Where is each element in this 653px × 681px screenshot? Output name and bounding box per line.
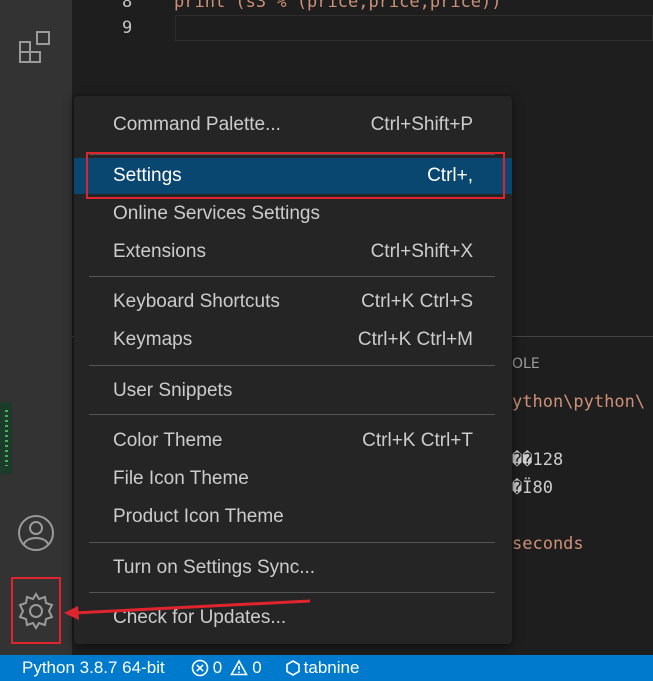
menu-item-shortcut: Ctrl+K Ctrl+S — [361, 291, 473, 312]
line-number: 8 — [122, 0, 133, 12]
menu-item-keymaps[interactable]: Keymaps Ctrl+K Ctrl+M — [74, 322, 512, 358]
line-number: 9 — [122, 18, 133, 38]
menu-item-label: Keymaps — [113, 329, 193, 350]
python-version: Python 3.8.7 64-bit — [22, 658, 165, 677]
status-bar: Python 3.8.7 64-bit 0 0 tabnine — [0, 655, 653, 681]
menu-item-shortcut: Ctrl+K Ctrl+T — [362, 430, 473, 451]
error-icon — [191, 659, 209, 677]
menu-item-label: Color Theme — [113, 430, 223, 451]
account-icon[interactable] — [16, 513, 56, 553]
error-count: 0 — [212, 658, 223, 677]
menu-item-label: File Icon Theme — [113, 468, 249, 489]
activity-indicator — [0, 402, 12, 474]
settings-highlight-box — [86, 152, 505, 199]
menu-separator — [89, 276, 495, 277]
menu-item-file-icon-theme[interactable]: File Icon Theme — [74, 461, 512, 497]
activity-bar — [0, 0, 72, 655]
extensions-icon[interactable] — [17, 29, 55, 67]
tabnine-label: tabnine — [303, 658, 360, 677]
tabnine-icon — [285, 660, 300, 676]
menu-separator — [89, 365, 495, 366]
terminal-line: �Ï80 — [512, 478, 553, 498]
menu-item-label: Product Icon Theme — [113, 506, 284, 527]
menu-item-shortcut: Ctrl+K Ctrl+M — [357, 329, 473, 350]
current-line-highlight[interactable] — [175, 15, 653, 41]
menu-item-product-icon-theme[interactable]: Product Icon Theme — [74, 499, 512, 535]
gear-highlight-box — [11, 577, 61, 644]
menu-item-online-services-settings[interactable]: Online Services Settings — [74, 196, 512, 232]
menu-separator — [89, 592, 495, 593]
menu-item-label: Online Services Settings — [113, 203, 320, 224]
terminal-line: seconds — [512, 534, 584, 554]
menu-item-settings-sync[interactable]: Turn on Settings Sync... — [74, 550, 512, 586]
warning-icon — [230, 659, 249, 676]
problems-indicator[interactable]: 0 0 — [175, 655, 272, 681]
menu-item-keyboard-shortcuts[interactable]: Keyboard Shortcuts Ctrl+K Ctrl+S — [74, 284, 512, 320]
menu-item-label: Command Palette... — [113, 114, 281, 135]
menu-item-user-snippets[interactable]: User Snippets — [74, 373, 512, 409]
terminal-line: ython\python\ — [512, 392, 646, 412]
menu-item-shortcut: Ctrl+Shift+X — [370, 241, 473, 262]
panel-tab-console[interactable]: OLE — [512, 356, 540, 372]
python-interpreter[interactable]: Python 3.8.7 64-bit — [0, 655, 175, 681]
menu-item-command-palette[interactable]: Command Palette... Ctrl+Shift+P — [74, 107, 512, 143]
menu-item-extensions[interactable]: Extensions Ctrl+Shift+X — [74, 234, 512, 270]
menu-item-label: Turn on Settings Sync... — [113, 557, 316, 578]
menu-separator — [89, 414, 495, 415]
code-line[interactable]: print (s3 % (price,price,price)) — [174, 0, 502, 12]
menu-item-label: User Snippets — [113, 380, 233, 401]
warning-count: 0 — [252, 658, 262, 677]
menu-item-label: Extensions — [113, 241, 206, 262]
annotation-arrow — [64, 599, 311, 620]
tabnine-status[interactable]: tabnine — [272, 655, 370, 681]
menu-item-color-theme[interactable]: Color Theme Ctrl+K Ctrl+T — [74, 423, 512, 459]
menu-separator — [89, 542, 495, 543]
menu-item-label: Keyboard Shortcuts — [113, 291, 280, 312]
terminal-line: ��128 — [512, 450, 564, 470]
menu-item-shortcut: Ctrl+Shift+P — [370, 114, 473, 135]
